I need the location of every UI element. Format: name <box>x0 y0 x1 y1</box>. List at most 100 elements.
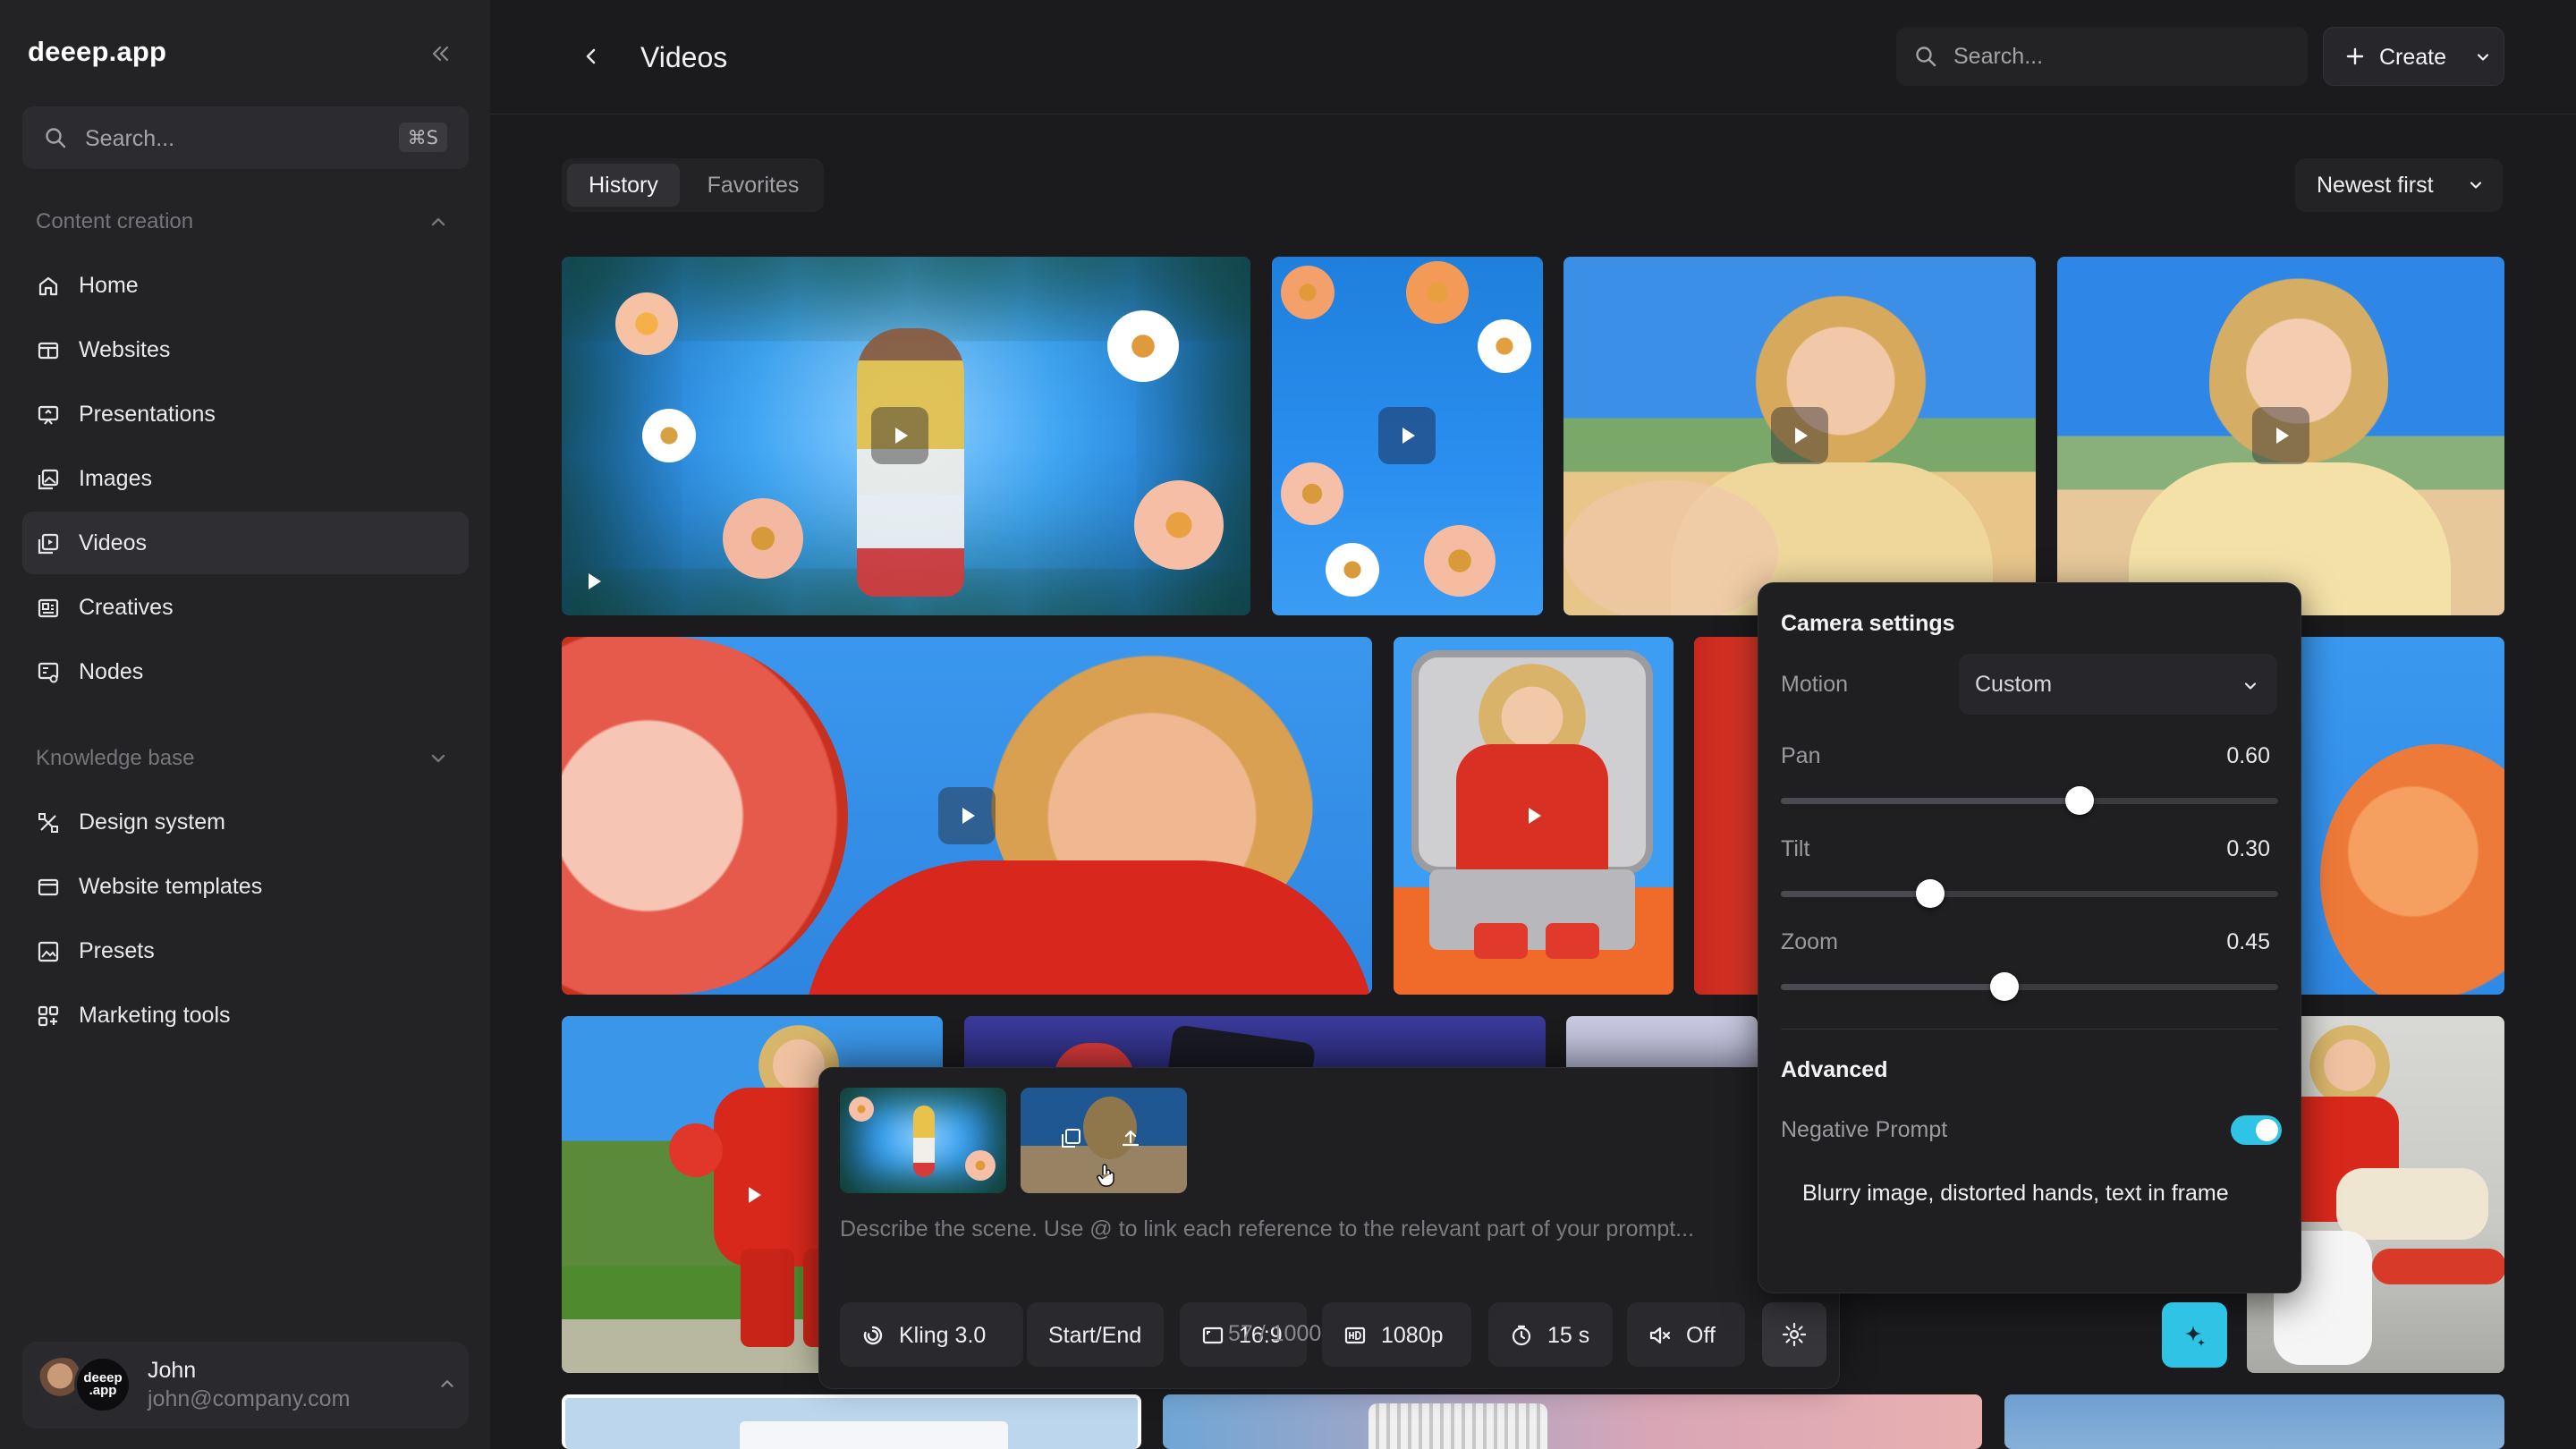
sidebar-item-label: Images <box>79 466 152 491</box>
home-icon <box>38 276 58 296</box>
chevron-down-icon[interactable] <box>428 748 449 769</box>
search-shortcut-badge: ⌘S <box>398 123 447 152</box>
chevron-up-icon[interactable] <box>428 211 449 233</box>
chevron-down-icon <box>2470 182 2482 189</box>
tab-favorites[interactable]: Favorites <box>691 164 816 207</box>
video-thumbnail-building[interactable] <box>1163 1394 1982 1449</box>
video-thumbnail-sky[interactable] <box>2004 1394 2504 1449</box>
resolution-selector[interactable]: 1080p <box>1322 1302 1471 1367</box>
image-icon <box>38 469 59 490</box>
generate-button[interactable] <box>2162 1302 2227 1368</box>
slider-fill <box>1781 984 2005 990</box>
sidebar-item-website-templates[interactable]: Website templates <box>22 855 469 918</box>
motion-value: Custom <box>1975 672 2053 697</box>
replace-image-icon[interactable] <box>1060 1127 1083 1150</box>
zoom-slider-track[interactable] <box>1781 972 2278 1001</box>
workspace-badge: deeep .app <box>74 1356 131 1413</box>
tilt-slider-track[interactable] <box>1781 879 2278 908</box>
sidebar-item-presentations[interactable]: Presentations <box>22 383 469 445</box>
sidebar-item-design-system[interactable]: Design system <box>22 791 469 853</box>
negative-prompt-toggle[interactable] <box>2231 1115 2282 1145</box>
tab-history[interactable]: History <box>567 164 680 207</box>
play-icon <box>1529 808 1541 824</box>
header-search-input[interactable]: Search... <box>1896 27 2308 86</box>
back-button[interactable] <box>578 43 605 70</box>
upload-icon[interactable] <box>1119 1127 1142 1150</box>
play-icon <box>589 573 601 589</box>
play-button[interactable] <box>871 407 928 464</box>
reference-image-1[interactable] <box>840 1088 1006 1193</box>
user-profile-card[interactable]: deeep .app John john@company.com <box>22 1342 469 1428</box>
chevron-left-icon <box>586 48 596 64</box>
sidebar-item-marketing-tools[interactable]: Marketing tools <box>22 984 469 1046</box>
negative-prompt-input[interactable]: Blurry image, distorted hands, text in f… <box>1781 1162 2278 1224</box>
sidebar-item-images[interactable]: Images <box>22 447 469 510</box>
motion-dropdown[interactable]: Custom <box>1959 654 2277 715</box>
collapse-sidebar-button[interactable] <box>424 39 456 68</box>
sidebar-item-websites[interactable]: Websites <box>22 318 469 381</box>
browser-icon <box>38 342 59 360</box>
play-button[interactable] <box>2252 407 2309 464</box>
search-icon <box>1916 47 1936 67</box>
prompt-input[interactable]: Describe the scene. Use @ to link each r… <box>840 1216 1694 1242</box>
section-content-creation[interactable]: Content creation <box>36 209 193 234</box>
pan-value: 0.60 <box>2226 743 2270 768</box>
duration-selector[interactable]: 15 s <box>1488 1302 1613 1367</box>
model-selector[interactable]: Kling 3.0 <box>840 1302 1023 1367</box>
play-button[interactable] <box>1504 787 1562 844</box>
video-thumbnail-website-preview[interactable] <box>562 1394 1141 1449</box>
zoom-slider-handle[interactable] <box>1990 972 2020 1001</box>
tilt-label: Tilt <box>1781 836 1810 861</box>
toggle-knob <box>2256 1119 2278 1141</box>
sidebar-item-nodes[interactable]: Nodes <box>22 640 469 703</box>
camera-settings-title: Camera settings <box>1781 611 1955 636</box>
creatives-icon <box>38 598 59 618</box>
grid-plus-icon <box>38 1005 59 1027</box>
video-thumbnail-woman-field[interactable] <box>2057 257 2504 615</box>
sidebar-item-label: Websites <box>79 337 171 362</box>
sidebar-item-home[interactable]: Home <box>22 254 469 317</box>
sound-toggle[interactable]: Off <box>1627 1302 1745 1367</box>
tilt-slider-handle[interactable] <box>1915 879 1945 908</box>
camera-settings-button[interactable] <box>1762 1302 1826 1367</box>
pan-slider-track[interactable] <box>1781 786 2278 815</box>
play-button[interactable] <box>1378 407 1436 464</box>
frames-mode-label: Start/End <box>1048 1323 1142 1348</box>
frames-mode-selector[interactable]: Start/End <box>1027 1302 1164 1367</box>
video-thumbnail-woman-reaching[interactable] <box>1563 257 2036 615</box>
divider <box>1781 1029 2278 1030</box>
sidebar-item-creatives[interactable]: Creatives <box>22 576 469 639</box>
play-icon <box>749 1187 761 1203</box>
play-button[interactable] <box>938 787 996 844</box>
play-icon <box>895 428 908 444</box>
nodes-icon <box>38 662 59 683</box>
video-thumbnail-man-selfie-red[interactable] <box>562 637 1372 995</box>
sort-label: Newest first <box>2317 173 2434 198</box>
sidebar-item-presets[interactable]: Presets <box>22 919 469 982</box>
motion-label: Motion <box>1781 672 1849 697</box>
create-button[interactable]: Create <box>2323 27 2504 86</box>
hand-cursor-icon <box>1097 1164 1114 1187</box>
video-icon <box>38 533 59 555</box>
play-button[interactable] <box>1771 407 1828 464</box>
negative-prompt-text: Blurry image, distorted hands, text in f… <box>1802 1181 2229 1206</box>
timer-icon <box>1512 1325 1531 1346</box>
camera-settings-panel: Camera settings Motion Custom Pan 0.60 T… <box>1758 582 2301 1293</box>
video-thumbnail-flowers-sky[interactable] <box>1272 257 1543 615</box>
history-favorites-tabs: History Favorites <box>562 158 824 212</box>
negative-prompt-label: Negative Prompt <box>1781 1117 1948 1142</box>
section-knowledge-base[interactable]: Knowledge base <box>36 746 194 771</box>
play-button[interactable] <box>724 1166 782 1224</box>
reference-image-2[interactable] <box>1021 1088 1187 1193</box>
model-label: Kling 3.0 <box>899 1323 987 1348</box>
video-thumbnail-woman-on-tv[interactable] <box>1394 637 1674 995</box>
play-button[interactable] <box>571 559 615 604</box>
sidebar-search[interactable]: Search... ⌘S <box>22 106 469 169</box>
pan-label: Pan <box>1781 743 1821 768</box>
sort-dropdown[interactable]: Newest first <box>2295 158 2503 212</box>
settings-gear-icon <box>1782 1322 1807 1347</box>
sidebar-item-videos[interactable]: Videos <box>22 512 469 574</box>
pan-slider-handle[interactable] <box>2064 786 2094 815</box>
video-thumbnail-flower-field-fisheye[interactable] <box>562 257 1250 615</box>
app-logo[interactable]: deeep.app <box>28 36 166 68</box>
